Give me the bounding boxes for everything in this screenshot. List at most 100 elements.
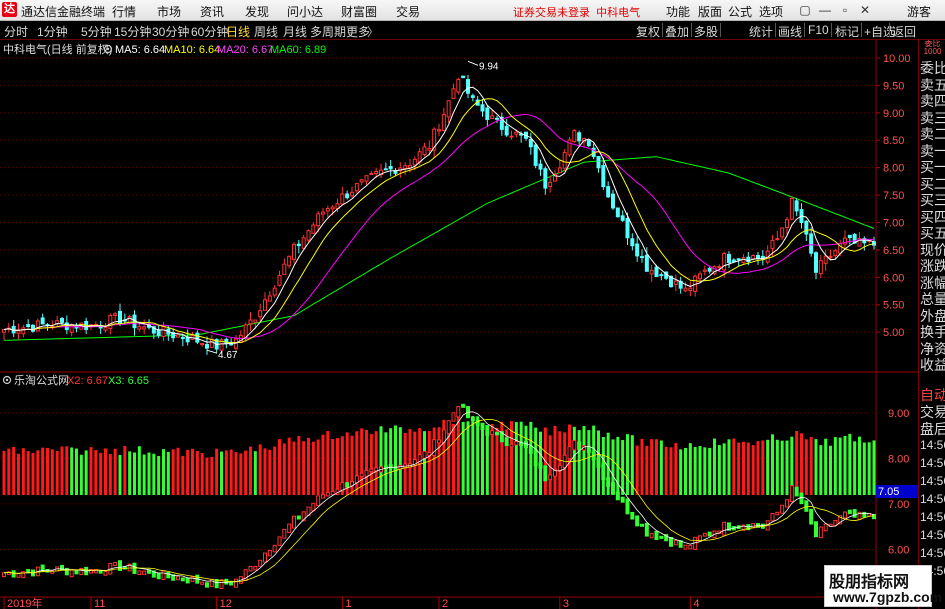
tab-daily[interactable]: 日线 [226,23,250,40]
f10-button[interactable]: F10 [808,23,829,37]
indicator-bar [50,449,54,495]
candle-body-down [809,233,814,254]
tab-monthly[interactable]: 月线 [283,23,307,40]
indicator-bar [722,443,726,495]
close-icon[interactable]: ✕ [858,3,872,17]
indicator-bar [717,445,721,495]
indicator-bar [273,446,277,495]
mark-button[interactable]: 标记 [835,23,859,40]
menu-assistant[interactable]: 问小达 [287,3,323,20]
candle-body-up [833,250,838,257]
tab-15min[interactable]: 15分钟 [114,23,151,40]
candle-body-up [161,326,166,337]
tab-60min[interactable]: 60分钟 [191,23,228,40]
menu-wealth-circle[interactable]: 财富圈 [341,3,377,20]
indicator-bar [524,425,528,495]
candle-body-up [446,100,451,118]
low-price-label: 4.67 [218,350,238,361]
indicator-candle [441,429,446,443]
indicator-bar [408,429,412,495]
candle-body-up [441,114,446,131]
candle [789,196,794,221]
draw-line-button[interactable]: 画线 [778,23,802,40]
multi-stock-button[interactable]: 多股 [694,23,718,40]
indicator-bar [55,451,59,495]
indicator-candle [267,549,272,557]
indicator-bar [452,423,455,495]
candle-body-up [364,175,369,182]
login-status: 证券交易未登录 中科电气 [513,4,640,20]
indicator-bar [640,438,644,495]
indicator-candle [296,515,301,520]
indicator-bar [75,448,78,495]
indicator-bar [171,449,175,495]
indicator-candle [69,569,74,578]
candle-body-up [775,238,780,241]
menu-function[interactable]: 功能 [666,3,690,20]
menu-options[interactable]: 选项 [759,3,783,20]
candle-body-up [698,273,702,280]
indicator-bar [485,425,489,495]
indicator-bar [427,430,431,495]
candle-body-up [683,287,688,292]
indicator-name: 乐淘公式网 [14,374,69,387]
stats-button[interactable]: 统计 [749,23,773,40]
period-toolbar: 分时 1分钟 5分钟 15分钟 30分钟 60分钟 日线 周线 月线 多周期 更… [0,21,945,40]
back-button[interactable]: 返回 [892,23,916,40]
indicator-bar [365,429,368,495]
menu-discover[interactable]: 发现 [245,3,269,20]
candle-body-down [625,217,630,239]
tab-1min[interactable]: 1分钟 [37,23,68,40]
indicator-bar [558,431,562,495]
candle-body-down [847,234,852,239]
menu-trade[interactable]: 交易 [396,3,420,20]
indicator-candle [722,521,727,536]
menu-layout[interactable]: 版面 [698,3,722,20]
minimize-icon[interactable]: — [818,3,832,17]
adjust-button[interactable]: 复权 [636,23,660,40]
tab-5min[interactable]: 5分钟 [81,23,112,40]
indicator-bar [848,433,852,495]
add-watchlist-button[interactable]: +自选 [864,23,895,40]
indicator-bar [21,448,25,495]
candle-body-up [673,280,678,285]
candle-body-down [601,165,606,188]
restore-icon[interactable]: ▢ [798,3,812,17]
indicator-bar [302,441,306,495]
kline-chart-area[interactable]: 10.00 9.50 9.00 8.50 8.00 7.50 7.00 6.50 6.00 5.5… [0,40,918,609]
tab-multi-period[interactable]: 多周期 [310,23,346,40]
candle-body-up [282,263,287,275]
indicator-candle [422,450,427,459]
indicator-bar [674,443,678,495]
candle-body-down [707,267,712,272]
indicator-candle [538,462,543,469]
indicator-candle [200,581,205,585]
menu-quotes[interactable]: 行情 [112,3,136,20]
indicator-bar [268,449,272,495]
candle-body-up [301,237,306,249]
indicator-candle [620,496,625,503]
indicator-bar [795,430,799,495]
tab-weekly[interactable]: 周线 [254,23,278,40]
menu-news[interactable]: 资讯 [200,3,224,20]
guest-user[interactable]: 游客 [894,3,944,20]
overlay-button[interactable]: 叠加 [665,23,689,40]
menu-formula[interactable]: 公式 [728,3,752,20]
candle [461,75,466,79]
trade-time: 14:56 [920,528,945,542]
maximize-icon[interactable]: ▫ [838,3,852,17]
tab-30min[interactable]: 30分钟 [152,23,189,40]
indicator-bar [785,440,789,495]
indicator-candle [659,535,664,539]
indicator-candle [190,576,195,582]
candle-body-up [292,243,296,260]
toolbar-divider [889,23,890,37]
indicator-bar [761,440,765,495]
status-stock-name: 中科电气 [596,7,641,19]
chevron-right-icon[interactable]: 〉 [367,23,379,40]
menu-market[interactable]: 市场 [157,3,181,20]
tab-intraday[interactable]: 分时 [4,23,28,40]
candle-body-up [562,152,567,169]
candle-body-down [659,274,664,277]
indicator-bar [224,450,228,495]
